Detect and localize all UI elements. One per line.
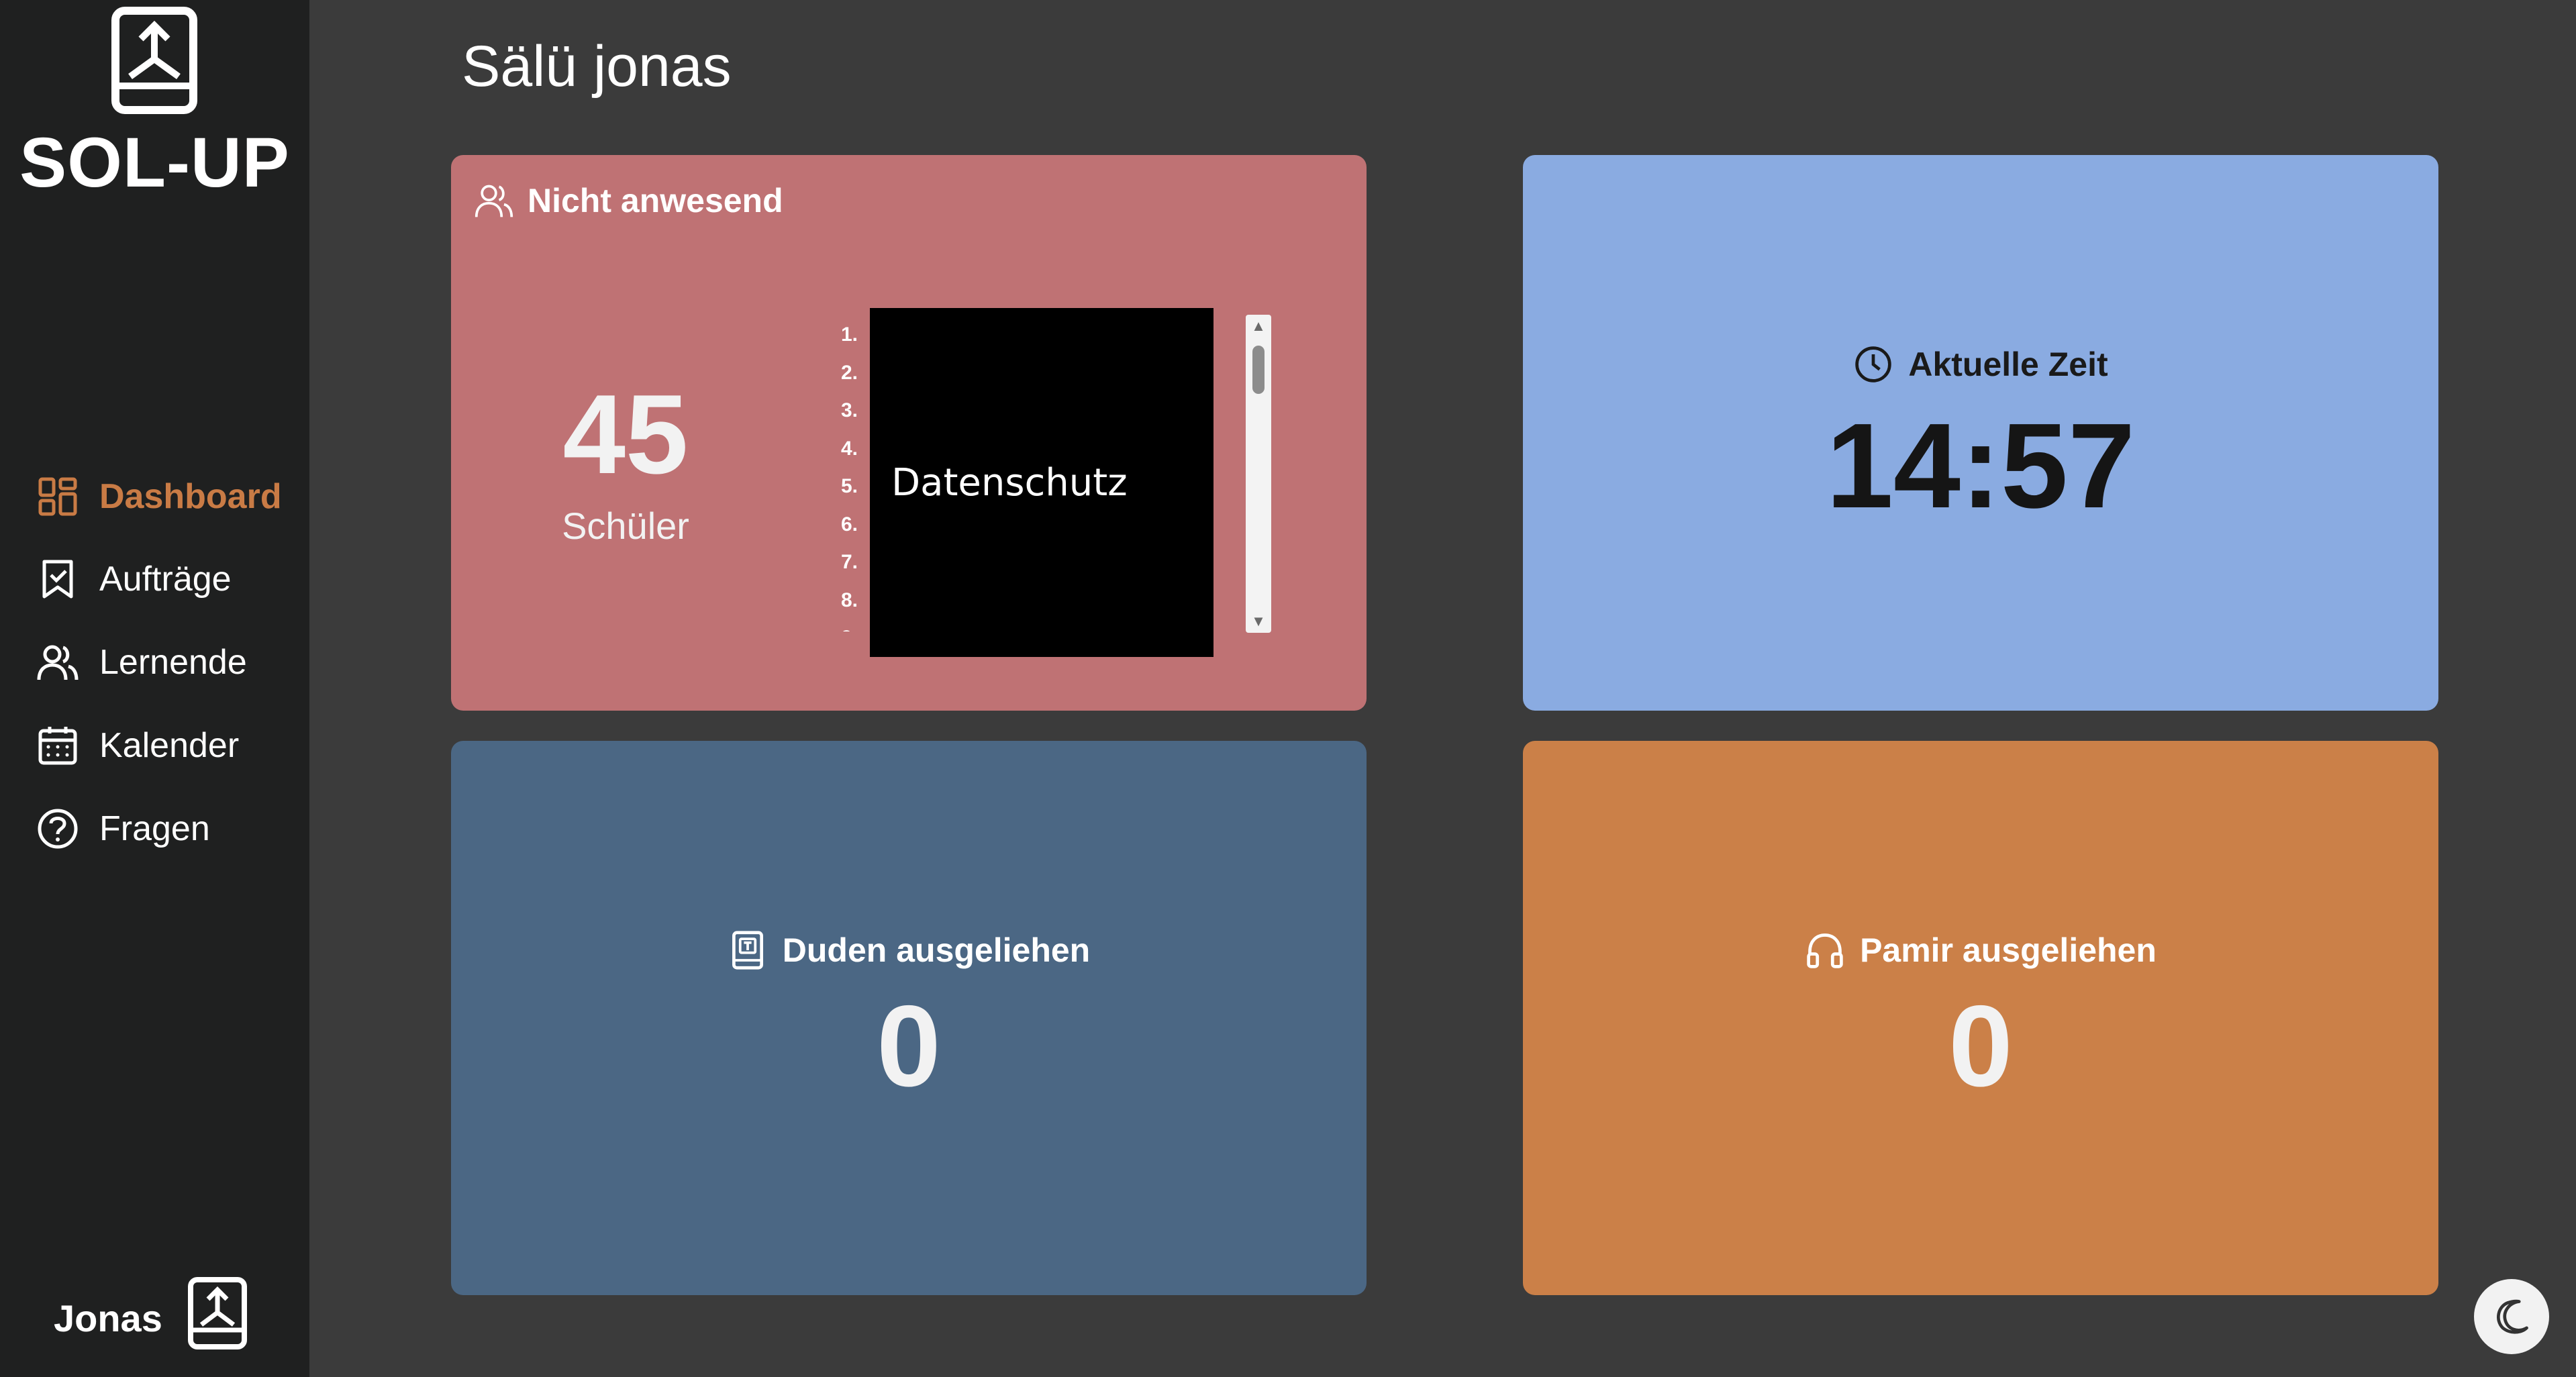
list-item: 9. (807, 619, 860, 631)
absent-count: 45 (562, 371, 689, 497)
sidebar-item-dashboard[interactable]: Dashboard (36, 470, 282, 523)
pamir-count: 0 (1948, 982, 2013, 1111)
duden-count: 0 (877, 982, 941, 1111)
list-item: 6. (840, 513, 858, 536)
sidebar-item-fragen[interactable]: Fragen (36, 802, 210, 856)
theme-toggle-button[interactable] (2474, 1279, 2549, 1354)
list-scrollbar[interactable]: ▲ ▼ (1246, 315, 1271, 633)
privacy-overlay: Datenschutz (870, 308, 1213, 657)
duden-card-title: Duden ausgeliehen (451, 930, 1367, 970)
sidebar-item-label: Lernende (99, 643, 247, 682)
time-title-label: Aktuelle Zeit (1908, 346, 2108, 383)
scroll-up-arrow-icon[interactable]: ▲ (1246, 315, 1271, 338)
duden-card: Duden ausgeliehen 0 (451, 741, 1367, 1295)
sidebar-item-label: Dashboard (99, 477, 282, 516)
page-title: Sälü jonas (462, 34, 732, 99)
list-item: 8. (840, 589, 858, 611)
list-item: 4. (840, 437, 858, 460)
list-item: 7. (840, 551, 858, 573)
moon-icon (2497, 1299, 2528, 1334)
sidebar-item-kalender[interactable]: Kalender (36, 719, 239, 772)
calendar-icon (38, 727, 77, 765)
question-circle-icon (38, 809, 78, 849)
user-profile[interactable]: Jonas (0, 1276, 309, 1377)
sidebar: SOL-UP Dashboard Aufträge Lernende Kalen… (0, 0, 309, 1377)
privacy-text: Datenschutz (891, 460, 1128, 505)
absent-card: Nicht anwesend 45 Schüler 1. 2. 3. 4. 5.… (451, 155, 1367, 711)
time-card-title: Aktuelle Zeit (1523, 344, 2438, 385)
scrollbar-thumb[interactable] (1252, 346, 1265, 394)
book-icon (732, 931, 763, 970)
sidebar-item-lernende[interactable]: Lernende (36, 635, 247, 689)
sidebar-item-label: Fragen (99, 809, 210, 848)
user-name: Jonas (54, 1297, 162, 1339)
absent-card-title: Nicht anwesend (474, 181, 783, 221)
scroll-down-arrow-icon[interactable]: ▼ (1246, 610, 1271, 633)
dashboard-grid-icon (38, 477, 77, 516)
list-item: 5. (840, 475, 858, 497)
absent-title-label: Nicht anwesend (528, 182, 783, 219)
pamir-card: Pamir ausgeliehen 0 (1523, 741, 2438, 1295)
headphones-icon (1807, 933, 1843, 968)
logo-icon (111, 7, 197, 114)
list-item: 3. (840, 399, 858, 421)
duden-title-label: Duden ausgeliehen (782, 931, 1091, 969)
list-item: 1. (840, 323, 858, 346)
sidebar-item-label: Aufträge (99, 560, 232, 599)
absent-count-label: Schüler (562, 505, 689, 547)
bookmark-check-icon (42, 560, 73, 599)
list-item: 2. (840, 361, 858, 384)
avatar (188, 1277, 247, 1349)
time-card: Aktuelle Zeit 14:57 (1523, 155, 2438, 711)
absent-student-list[interactable]: 1. 2. 3. 4. 5. 6. 7. 8. 9. (807, 316, 860, 631)
users-icon (475, 185, 513, 217)
sidebar-item-auftraege[interactable]: Aufträge (36, 552, 232, 606)
pamir-card-title: Pamir ausgeliehen (1523, 930, 2438, 970)
current-time: 14:57 (1826, 399, 2136, 533)
pamir-title-label: Pamir ausgeliehen (1860, 931, 2157, 969)
users-icon (37, 645, 79, 680)
sidebar-item-label: Kalender (99, 726, 240, 765)
clock-icon (1855, 346, 1892, 382)
brand-name: SOL-UP (19, 123, 290, 202)
